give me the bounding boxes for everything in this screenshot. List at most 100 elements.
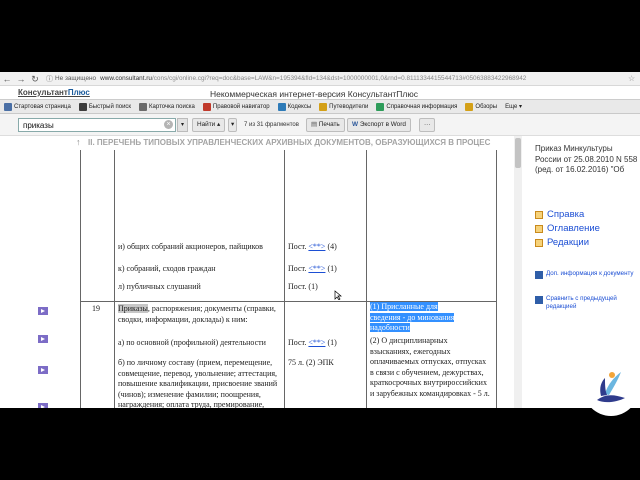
app-header: КонсультантПлюс Некоммерческая интернет-… [0, 86, 640, 100]
url-path: /cons/cgi/online.cgi?req=doc&base=LAW&n=… [151, 75, 527, 82]
toolbar-item[interactable]: Стартовая страница [4, 102, 71, 111]
bookmark-flag-icon[interactable] [38, 366, 48, 374]
search-row: приказы × ▾ Найти ▴ ▾ 7 из 31 фрагментов… [0, 114, 640, 136]
fragment-counter: 7 из 31 фрагментов [244, 122, 299, 128]
toolbar-item-icon [465, 102, 474, 111]
search-history-dropdown[interactable]: ▾ [177, 118, 188, 132]
small-link-label: Доп. информация к документу [546, 270, 634, 277]
toolbar-item[interactable]: Еще ▾ [505, 103, 522, 110]
item-k: к) собраний, сходов граждан [118, 264, 216, 273]
link-spravka[interactable]: Справка [535, 209, 584, 220]
logo-text-b: Плюс [67, 88, 90, 97]
note-1[interactable]: (1) Присланные для сведения - до минован… [370, 302, 468, 334]
toolbar-item-label: Быстрый поиск [88, 103, 132, 110]
search-hit: Приказы [118, 304, 148, 313]
search-input[interactable]: приказы [18, 118, 176, 132]
toolbar-item-label: Стартовая страница [14, 103, 71, 110]
toolbar-item-icon [319, 102, 328, 111]
item-i: и) общих собраний акционеров, пайщиков [118, 242, 263, 251]
row-19-title: Приказы, распоряжения; документы (справк… [118, 304, 282, 325]
note-2: (2) О дисциплинарных взысканиях, ежегодн… [370, 336, 490, 398]
row-number: 19 [92, 304, 100, 313]
toolbar-item-icon [139, 102, 148, 111]
table-border [284, 150, 285, 408]
bookmark-flag-icon[interactable] [38, 403, 48, 408]
link-redaktsii[interactable]: Редакции [535, 237, 589, 248]
find-button[interactable]: Найти ▴ [192, 118, 226, 132]
word-icon: W [352, 121, 360, 128]
toolbar-item[interactable]: Быстрый поиск [78, 102, 132, 111]
term-prefix: Пост. [288, 338, 309, 347]
toolbar-item[interactable]: Путеводители [319, 102, 369, 111]
export-word-button[interactable]: W Экспорт в Word [347, 118, 411, 132]
clear-search-icon[interactable]: × [164, 120, 173, 129]
term-l: Пост. (1) [288, 282, 318, 291]
channel-logo-icon [583, 360, 639, 416]
toolbar-item[interactable]: Справочная информация [376, 102, 457, 111]
link-compare[interactable]: Сравнить с предыдущей редакцией [535, 295, 639, 311]
toolbar-item-icon [4, 102, 12, 111]
sub-item-b: б) по личному составу (прием, перемещени… [118, 358, 278, 408]
toolbar-item[interactable]: Карточка поиска [139, 102, 195, 111]
term-suffix: (1) [325, 264, 337, 273]
table-border [80, 150, 81, 408]
term-prefix: Пост. [288, 264, 309, 273]
bookmark-flag-icon[interactable] [38, 307, 48, 315]
doc-name: Приказ Минкультуры России от 25.08.2010 … [535, 144, 638, 174]
bookmark-flag-icon[interactable] [38, 335, 48, 343]
forward-icon[interactable]: → [14, 73, 28, 85]
editions-icon [535, 238, 543, 247]
url-field[interactable]: Не защищено www.consultant.ru /cons/cgi/… [55, 73, 628, 85]
toc-icon [535, 224, 543, 233]
find-next-button[interactable]: ▾ [228, 118, 238, 132]
print-button[interactable]: ▤ Печать [306, 118, 345, 132]
document-scrollbar[interactable] [514, 136, 522, 408]
logo-text-a: Консультант [18, 88, 68, 97]
term-b: 75 л. (2) ЭПК [288, 358, 334, 367]
item-l: л) публичных слушаний [118, 282, 201, 291]
link-dop-info[interactable]: Доп. информация к документу [535, 270, 639, 279]
note-link[interactable]: <**> [308, 338, 325, 347]
reload-icon[interactable]: ↻ [28, 73, 42, 85]
toolbar-item-label: Путеводители [329, 103, 369, 110]
main-toolbar: Стартовая страница Быстрый поиск Карточка … [0, 100, 640, 114]
toolbar-item-label: Кодексы [287, 103, 312, 110]
scrollbar-thumb[interactable] [515, 138, 521, 168]
export-word-label: Экспорт в Word [359, 121, 406, 128]
toolbar-item-icon [78, 102, 87, 111]
table-border [114, 150, 115, 408]
scroll-up-icon[interactable]: ↑ [76, 137, 81, 147]
term-a: Пост. <**> (1) [288, 338, 364, 349]
compare-icon [535, 296, 543, 304]
selected-text: (1) Присланные для сведения - до минован… [370, 302, 455, 332]
toolbar-item-icon [376, 102, 385, 111]
bookmark-star-icon[interactable]: ☆ [628, 74, 640, 83]
url-domain: www.consultant.ru [100, 75, 152, 82]
toolbar-item-icon [202, 102, 211, 111]
small-link-label: Сравнить с предыдущей редакцией [546, 295, 617, 310]
link-label: Редакции [547, 237, 590, 248]
info-icon[interactable]: ⓘ [46, 74, 53, 84]
toolbar-item[interactable]: Кодексы [277, 102, 312, 111]
table-border [366, 150, 367, 408]
toolbar-item-icon [277, 102, 286, 111]
toolbar-item-label: Еще ▾ [505, 104, 522, 110]
link-label: Оглавление [547, 223, 600, 234]
note-link[interactable]: <**> [308, 264, 325, 273]
more-button[interactable]: ··· [419, 118, 436, 132]
print-label: Печать [318, 121, 340, 128]
app-title: Некоммерческая интернет-версия Консульта… [210, 89, 418, 99]
note-link[interactable]: <**> [308, 242, 325, 251]
toolbar-item[interactable]: Правовой навигатор [202, 102, 270, 111]
document-view: ↑ II. ПЕРЕЧЕНЬ ТИПОВЫХ УПРАВЛЕНЧЕСКИХ АР… [0, 136, 527, 408]
consultant-logo[interactable]: КонсультантПлюс [18, 88, 90, 97]
link-oglavlenie[interactable]: Оглавление [535, 223, 600, 234]
link-label: Справка [547, 209, 585, 220]
term-suffix: (4) [325, 242, 337, 251]
back-icon[interactable]: ← [0, 73, 14, 85]
term-suffix: (1) [325, 338, 337, 347]
term-k: Пост. <**> (1) [288, 264, 364, 275]
toolbar-item[interactable]: Обзоры [465, 102, 498, 111]
table-border [496, 150, 497, 408]
toolbar-item-label: Обзоры [475, 103, 498, 110]
